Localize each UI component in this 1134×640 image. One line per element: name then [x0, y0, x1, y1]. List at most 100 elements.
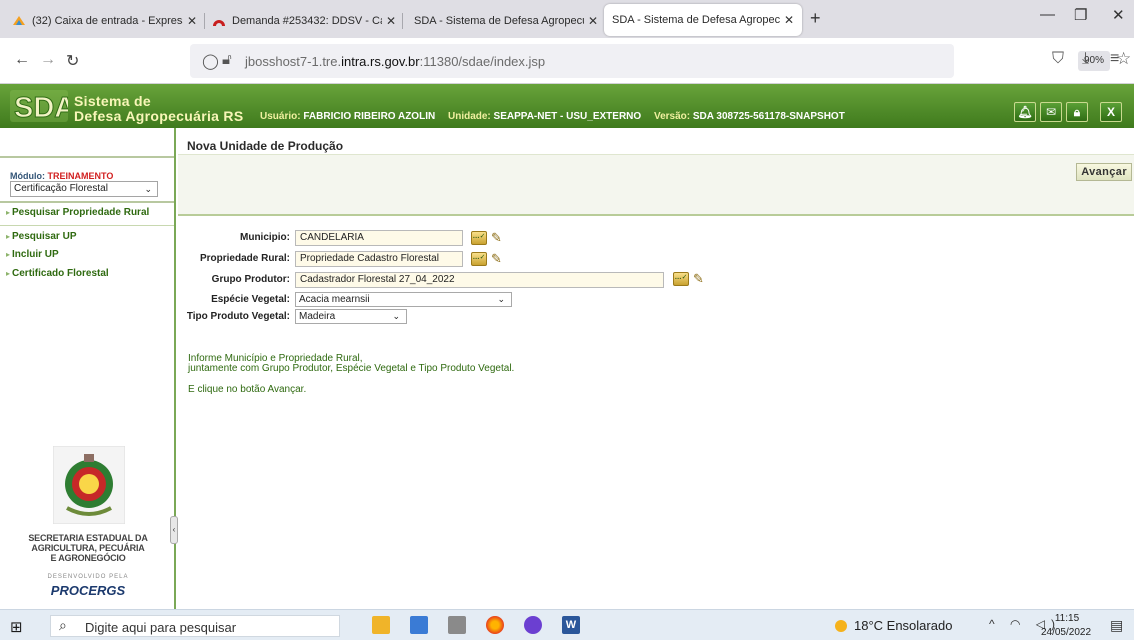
- grupo-produtor-label: Grupo Produtor:: [211, 274, 290, 285]
- arrow-icon: ▸: [6, 232, 11, 241]
- sidebar-item-pesquisar-up[interactable]: ▸ Pesquisar UP: [6, 231, 77, 242]
- grupo-produtor-field[interactable]: Cadastrador Florestal 27_04_2022: [295, 272, 664, 288]
- exit-button[interactable]: X: [1100, 102, 1122, 122]
- municipio-field[interactable]: CANDELARIA: [295, 230, 463, 246]
- divider: [0, 156, 174, 158]
- especie-vegetal-label: Espécie Vegetal:: [211, 294, 290, 305]
- windows-start-icon[interactable]: ⊞: [10, 618, 23, 636]
- chevron-down-icon: ⌄: [144, 184, 152, 194]
- logo-title-line1: Sistema de: [74, 93, 151, 109]
- page-title: Nova Unidade de Produção: [187, 139, 344, 153]
- close-icon[interactable]: ✕: [588, 14, 598, 28]
- downloads-icon[interactable]: ⤓: [1082, 50, 1089, 68]
- browser-tab-bar: (32) Caixa de entrada - Expresso ✕ Deman…: [0, 0, 1134, 38]
- search-lookup-icon[interactable]: …✓: [471, 252, 487, 266]
- svg-text:SDA: SDA: [14, 92, 68, 122]
- menu-icon[interactable]: ≡: [1110, 50, 1119, 68]
- eraser-icon[interactable]: ✎: [491, 231, 502, 245]
- tipo-produto-select[interactable]: Madeira ⌄: [295, 309, 407, 324]
- browser-tab-sda-1[interactable]: SDA - Sistema de Defesa Agropecuá ✕: [414, 10, 598, 32]
- sda-logo-icon: SDA: [10, 90, 68, 122]
- divider: [0, 225, 174, 226]
- unit-name: SEAPPA-NET - USU_EXTERNO: [493, 111, 642, 122]
- restore-icon[interactable]: ❐: [1074, 6, 1087, 24]
- sidebar-item-incluir-up[interactable]: ▸ Incluir UP: [6, 249, 59, 260]
- url-text[interactable]: jbosshost7-1.tre.intra.rs.gov.br:11380/s…: [245, 54, 545, 69]
- firefox-icon[interactable]: [486, 616, 504, 634]
- sun-icon[interactable]: [835, 620, 847, 632]
- taskbar-search-placeholder: Digite aqui para pesquisar: [85, 620, 237, 635]
- mail-app-icon[interactable]: [410, 616, 428, 634]
- word-icon[interactable]: W: [562, 616, 580, 634]
- messages-icon[interactable]: ✉: [1040, 102, 1062, 122]
- close-icon[interactable]: ✕: [187, 14, 197, 28]
- developed-by-text: DESENVOLVIDO PELA: [47, 574, 129, 580]
- address-bar[interactable]: ◯ 🔓︎ jbosshost7-1.tre.intra.rs.gov.br:11…: [190, 44, 1131, 78]
- forward-arrow-icon[interactable]: →: [40, 51, 56, 69]
- lock-icon[interactable]: 🔒︎: [1066, 102, 1088, 122]
- teams-like-icon[interactable]: [524, 616, 542, 634]
- notification-icon[interactable]: ▤: [1110, 617, 1123, 634]
- coat-of-arms-icon: [53, 446, 125, 524]
- new-tab-button[interactable]: +: [810, 8, 821, 29]
- search-lookup-icon[interactable]: …✓: [673, 272, 689, 286]
- network-app-icon[interactable]: [448, 616, 466, 634]
- search-icon: ⌕: [59, 617, 67, 633]
- help-text-line3: E clique no botão Avançar.: [188, 384, 307, 395]
- close-icon[interactable]: ✕: [784, 13, 794, 27]
- propriedade-label: Propriedade Rural:: [199, 253, 290, 264]
- back-arrow-icon[interactable]: ←: [14, 51, 30, 69]
- insecure-lock-icon[interactable]: 🔓︎: [222, 51, 232, 68]
- secretaria-logo-text: SECRETARIA ESTADUAL DA AGRICULTURA, PECU…: [28, 533, 148, 563]
- browser-tab-mail[interactable]: (32) Caixa de entrada - Expresso ✕: [12, 10, 197, 32]
- browser-tab-sda-active[interactable]: SDA - Sistema de Defesa Agropecuá ✕: [604, 4, 802, 36]
- sidebar-item-pesquisar-propriedade[interactable]: ▸ Pesquisar Propriedade Rural: [6, 207, 149, 218]
- close-icon[interactable]: ✕: [386, 14, 396, 28]
- tab-title: (32) Caixa de entrada - Expresso: [32, 15, 183, 27]
- browser-tab-demanda[interactable]: Demanda #253432: DDSV - Cad ✕: [212, 10, 396, 32]
- tab-separator: [402, 13, 403, 29]
- tab-title: Demanda #253432: DDSV - Cad: [232, 15, 382, 27]
- search-lookup-icon[interactable]: …✓: [471, 231, 487, 245]
- arrow-icon: ▸: [6, 269, 11, 278]
- shield-icon[interactable]: ◯: [202, 52, 219, 70]
- main-content: Nova Unidade de Produção Avançar Municip…: [178, 128, 1134, 609]
- tipo-produto-label: Tipo Produto Vegetal:: [186, 311, 290, 322]
- clock-time[interactable]: 11:15: [1042, 613, 1092, 624]
- user-name: FABRICIO RIBEIRO AZOLIN: [303, 111, 436, 122]
- tab-separator: [204, 13, 205, 29]
- sidebar-item-certificado-florestal[interactable]: ▸ Certificado Florestal: [6, 268, 109, 279]
- arrow-icon: ▸: [6, 208, 11, 217]
- minimize-icon[interactable]: —: [1040, 6, 1055, 23]
- municipio-label: Municipio:: [240, 232, 290, 243]
- tab-title: SDA - Sistema de Defesa Agropecuá: [414, 15, 584, 27]
- chevron-down-icon: ⌄: [497, 294, 505, 304]
- especie-vegetal-select[interactable]: Acacia mearnsii ⌄: [295, 292, 512, 307]
- sidebar-collapse-handle[interactable]: ‹: [170, 516, 178, 544]
- session-info: Usuário: FABRICIO RIBEIRO AZOLIN Unidade…: [260, 111, 845, 122]
- redmine-favicon-icon: [213, 20, 225, 26]
- module-value: TREINAMENTO: [47, 171, 114, 181]
- file-explorer-icon[interactable]: [372, 616, 390, 634]
- advance-button[interactable]: Avançar: [1076, 163, 1132, 181]
- reload-icon[interactable]: ↻: [66, 51, 79, 71]
- sidebar: Módulo: TREINAMENTO Certificação Florest…: [0, 128, 178, 609]
- app-header: SDA Sistema de Defesa Agropecuária RS Us…: [0, 84, 1134, 128]
- window-close-icon[interactable]: ✕: [1112, 6, 1125, 24]
- mail-favicon-icon: [13, 16, 25, 25]
- eraser-icon[interactable]: ✎: [693, 272, 704, 286]
- browser-nav-bar: ← → ↻ ◯ 🔓︎ jbosshost7-1.tre.intra.rs.gov…: [0, 38, 1134, 84]
- tab-title: SDA - Sistema de Defesa Agropecuá: [612, 14, 780, 26]
- toolbar-band: [178, 154, 1134, 216]
- module-label: Módulo: TREINAMENTO: [10, 171, 114, 181]
- pocket-icon[interactable]: ⛉: [1052, 50, 1064, 68]
- divider: [0, 201, 174, 203]
- eraser-icon[interactable]: ✎: [491, 252, 502, 266]
- propriedade-field[interactable]: Propriedade Cadastro Florestal: [295, 251, 463, 267]
- module-select[interactable]: Certificação Florestal ⌄: [10, 181, 158, 197]
- clock-date[interactable]: 24/05/2022: [1036, 627, 1096, 638]
- taskbar-search[interactable]: ⌕ Digite aqui para pesquisar: [50, 615, 340, 637]
- notifications-bell-icon[interactable]: 🔔︎: [1014, 102, 1036, 122]
- weather-text[interactable]: 18°C Ensolarado: [854, 618, 952, 633]
- taskbar: ⊞ ⌕ Digite aqui para pesquisar W 18°C En…: [0, 609, 1134, 640]
